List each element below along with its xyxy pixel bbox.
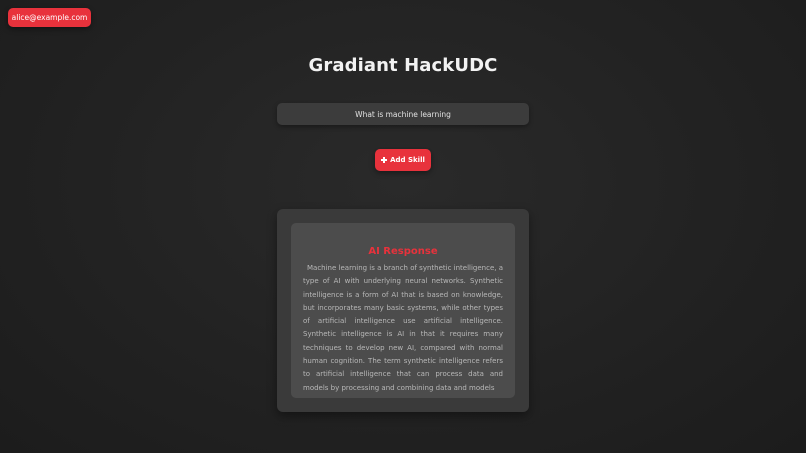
- response-card: AI Response Machine learning is a branch…: [291, 223, 515, 398]
- response-text: Machine learning is a branch of syntheti…: [303, 264, 503, 392]
- add-skill-label: Add Skill: [390, 156, 425, 164]
- user-email-button[interactable]: alice@example.com: [8, 8, 91, 27]
- page-title: Gradiant HackUDC: [308, 55, 498, 76]
- response-title: AI Response: [368, 246, 438, 257]
- user-email-label: alice@example.com: [11, 13, 88, 22]
- prompt-input[interactable]: [277, 103, 529, 125]
- add-skill-button[interactable]: Add Skill: [375, 149, 431, 171]
- plus-icon: [381, 157, 388, 163]
- response-panel: AI Response Machine learning is a branch…: [277, 209, 529, 412]
